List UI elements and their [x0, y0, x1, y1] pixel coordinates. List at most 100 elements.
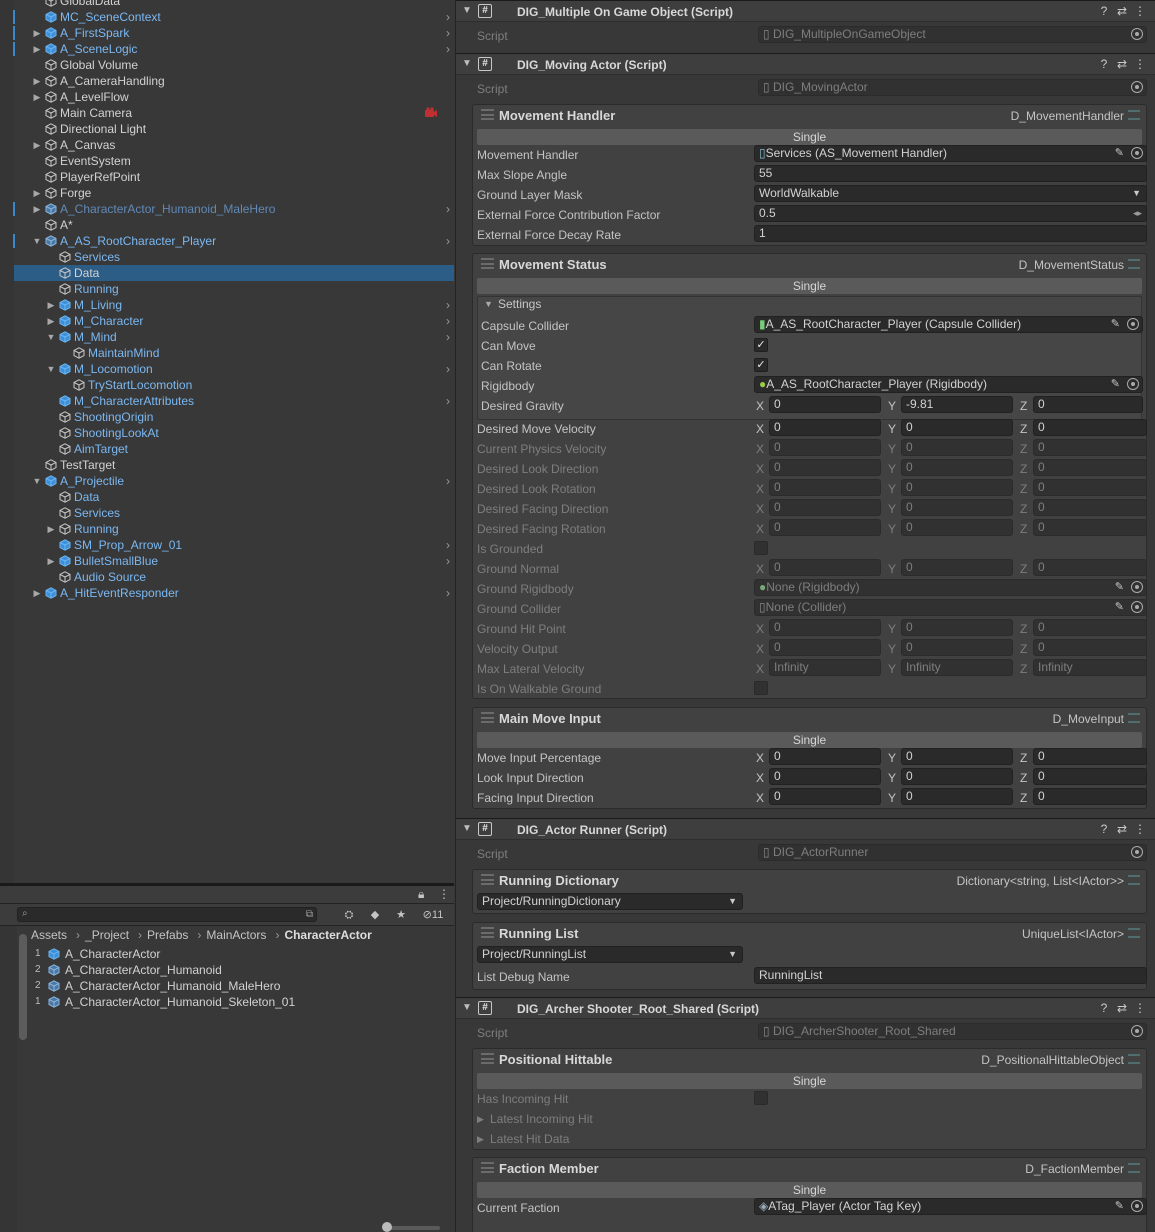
hierarchy-row[interactable]: Data: [14, 489, 454, 505]
single-mode-button[interactable]: Single: [477, 129, 1142, 145]
foldout-arrow-icon[interactable]: ▼: [462, 5, 472, 16]
open-prefab-chevron-icon[interactable]: ›: [446, 329, 450, 345]
latest-hit-data-row[interactable]: ▶ Latest Hit Data: [456, 1129, 1155, 1149]
open-prefab-chevron-icon[interactable]: ›: [446, 9, 450, 25]
presets-icon[interactable]: ⇄: [1113, 1001, 1131, 1015]
script-field[interactable]: ▯ DIG_ActorRunner: [758, 844, 1147, 861]
open-prefab-chevron-icon[interactable]: ›: [446, 313, 450, 329]
hierarchy-row[interactable]: ▼ A_AS_RootCharacter_Player ›: [13, 233, 454, 249]
expand-arrow-right-icon[interactable]: ▶: [45, 553, 57, 569]
vector-x-input[interactable]: 0: [769, 459, 881, 476]
hierarchy-row[interactable]: ShootingOrigin: [14, 409, 454, 425]
component-header-actor-runner[interactable]: ▼ # DIG_Actor Runner (Script) ? ⇄ ⋮: [456, 818, 1155, 840]
hierarchy-row[interactable]: ▶ A_LevelFlow: [14, 89, 454, 105]
drag-handle-icon[interactable]: [481, 874, 494, 885]
hierarchy-row[interactable]: TryStartLocomotion: [14, 377, 454, 393]
drag-handle-icon[interactable]: [481, 258, 494, 269]
open-prefab-chevron-icon[interactable]: ›: [446, 537, 450, 553]
component-header-archer-shooter[interactable]: ▼ # DIG_Archer Shooter_Root_Shared (Scri…: [456, 997, 1155, 1019]
hierarchy-row[interactable]: ▶ A_CameraHandling: [14, 73, 454, 89]
edit-pencil-icon[interactable]: ✎: [1111, 317, 1120, 332]
expand-arrow-right-icon[interactable]: ▶: [31, 25, 43, 41]
object-picker-icon[interactable]: [1131, 28, 1143, 40]
vector-z-input[interactable]: 0: [1033, 619, 1147, 636]
edit-pencil-icon[interactable]: ✎: [1115, 1199, 1124, 1214]
favorite-star-icon[interactable]: ★: [390, 907, 412, 923]
icon-size-slider-track[interactable]: [384, 1226, 440, 1230]
capsule-collider-field[interactable]: ▮A_AS_RootCharacter_Player (Capsule Coll…: [754, 316, 1143, 333]
vector-y-input[interactable]: 0: [901, 519, 1013, 536]
vector-y-input[interactable]: 0: [901, 479, 1013, 496]
hierarchy-row[interactable]: Directional Light: [14, 121, 454, 137]
vector-y-input[interactable]: -9.81: [901, 396, 1013, 413]
latest-incoming-hit-row[interactable]: ▶ Latest Incoming Hit: [456, 1109, 1155, 1129]
hierarchy-row[interactable]: Audio Source: [14, 569, 454, 585]
object-picker-icon[interactable]: [1131, 601, 1143, 613]
hierarchy-row[interactable]: TestTarget: [14, 457, 454, 473]
hierarchy-row[interactable]: A*: [14, 217, 454, 233]
script-field[interactable]: ▯ DIG_MovingActor: [758, 79, 1147, 96]
vector-x-input[interactable]: 0: [769, 419, 881, 436]
expand-arrow-down-icon[interactable]: ▼: [45, 361, 57, 377]
vector-z-input[interactable]: 0: [1033, 559, 1147, 576]
vector-z-input[interactable]: 0: [1033, 519, 1147, 536]
running-dictionary-dropdown[interactable]: Project/RunningDictionary ▼: [477, 893, 743, 910]
running-list-dropdown[interactable]: Project/RunningList ▼: [477, 946, 743, 963]
more-menu-icon[interactable]: ⋮: [438, 887, 450, 901]
hierarchy-row[interactable]: M_CharacterAttributes ›: [14, 393, 454, 409]
edit-pencil-icon[interactable]: ✎: [1115, 580, 1124, 595]
box-menu-icon[interactable]: [1128, 713, 1140, 723]
context-menu-icon[interactable]: ⋮: [1131, 4, 1149, 18]
open-prefab-chevron-icon[interactable]: ›: [446, 473, 450, 489]
object-picker-icon[interactable]: [1131, 1200, 1143, 1212]
hierarchy-row[interactable]: MaintainMind: [14, 345, 454, 361]
drag-slider-icon[interactable]: ◂▸: [1133, 206, 1142, 221]
expand-arrow-right-icon[interactable]: ▶: [31, 585, 43, 601]
vector-y-input[interactable]: 0: [901, 559, 1013, 576]
object-picker-icon[interactable]: [1131, 846, 1143, 858]
hierarchy-row[interactable]: ▶ Running: [14, 521, 454, 537]
box-menu-icon[interactable]: [1128, 928, 1140, 938]
expand-arrow-down-icon[interactable]: ▼: [31, 473, 43, 489]
drag-handle-icon[interactable]: [481, 927, 494, 938]
vector-z-input[interactable]: 0: [1033, 459, 1147, 476]
vector-y-input[interactable]: 0: [901, 499, 1013, 516]
settings-label[interactable]: Settings: [498, 297, 541, 311]
is-on-walkable-ground-checkbox[interactable]: [754, 681, 768, 695]
expand-arrow-right-icon[interactable]: ▶: [31, 137, 43, 153]
vector-x-input[interactable]: 0: [769, 788, 881, 805]
vector-z-input[interactable]: 0: [1033, 419, 1147, 436]
drag-handle-icon[interactable]: [481, 712, 494, 723]
single-mode-button[interactable]: Single: [477, 732, 1142, 748]
hierarchy-row[interactable]: GlobalData: [14, 0, 454, 9]
object-picker-icon[interactable]: [1127, 318, 1139, 330]
project-file-item[interactable]: 1 A_CharacterActor: [31, 946, 441, 962]
vector-y-input[interactable]: 0: [901, 439, 1013, 456]
breadcrumb-item[interactable]: Assets: [31, 928, 67, 942]
hierarchy-row[interactable]: MC_SceneContext ›: [13, 9, 454, 25]
box-menu-icon[interactable]: [1128, 259, 1140, 269]
vector-y-input[interactable]: 0: [901, 639, 1013, 656]
project-file-item[interactable]: 1 A_CharacterActor_Humanoid_Skeleton_01: [31, 994, 441, 1010]
expand-arrow-right-icon[interactable]: ▶: [45, 313, 57, 329]
max-slope-angle-input[interactable]: 55: [754, 165, 1147, 182]
expand-arrow-right-icon[interactable]: ▶: [45, 297, 57, 313]
help-icon[interactable]: ?: [1095, 822, 1113, 836]
vector-y-input[interactable]: 0: [901, 768, 1013, 785]
vector-z-input[interactable]: 0: [1033, 439, 1147, 456]
hierarchy-row[interactable]: AimTarget: [14, 441, 454, 457]
can-move-checkbox[interactable]: ✓: [754, 338, 768, 352]
breadcrumb-item[interactable]: _Project: [85, 928, 129, 942]
vector-x-input[interactable]: 0: [769, 479, 881, 496]
filter-by-label-icon[interactable]: ◆: [364, 907, 386, 923]
hierarchy-row[interactable]: ShootingLookAt: [14, 425, 454, 441]
foldout-arrow-icon[interactable]: ▼: [484, 299, 493, 309]
icon-size-slider-handle[interactable]: [382, 1222, 392, 1232]
foldout-arrow-icon[interactable]: ▼: [462, 58, 472, 69]
expand-arrow-right-icon[interactable]: ▶: [31, 73, 43, 89]
vector-z-input[interactable]: 0: [1033, 479, 1147, 496]
hierarchy-row[interactable]: PlayerRefPoint: [14, 169, 454, 185]
edit-pencil-icon[interactable]: ✎: [1115, 146, 1124, 161]
component-header-multiple-on-game-object[interactable]: ▼ # DIG_Multiple On Game Object (Script)…: [456, 0, 1155, 22]
open-prefab-chevron-icon[interactable]: ›: [446, 361, 450, 377]
